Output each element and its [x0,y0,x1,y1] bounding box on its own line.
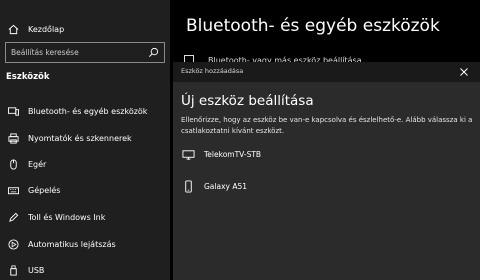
dialog-window-title: Eszköz hozzáadása [181,67,244,75]
pen-icon [7,211,19,223]
sidebar-section-title: Eszközök [6,72,50,82]
sidebar-item-label: USB [28,265,45,275]
search-icon[interactable] [148,47,159,58]
device-name: Galaxy A51 [204,181,248,191]
display-icon [181,147,195,161]
dialog-title-bar[interactable]: Eszköz hozzáadása [173,62,480,82]
sidebar-item-typing[interactable]: Gépelés [0,177,170,203]
home-icon [7,23,19,35]
sidebar-item-printers[interactable]: Nyomtatók és szkennerek [0,125,170,151]
autoplay-icon [7,238,19,250]
usb-icon [7,264,19,276]
sidebar-item-home[interactable]: Kezdőlap [0,16,170,42]
page-title: Bluetooth- és egyéb eszközök [186,16,440,36]
search-box[interactable] [5,42,165,63]
printer-icon [7,132,19,144]
search-input[interactable] [6,43,146,62]
sidebar-item-label: Egér [28,159,47,169]
mouse-icon [7,158,19,170]
sidebar-item-pen[interactable]: Toll és Windows Ink [0,204,170,230]
sidebar-item-label: Gépelés [28,185,61,195]
sidebar-item-label: Nyomtatók és szkennerek [28,133,132,143]
sidebar: Kezdőlap Eszközök Bluetooth- és egyéb es… [0,0,170,280]
device-item-galaxy[interactable]: Galaxy A51 [181,175,461,197]
sidebar-item-label: Kezdőlap [28,24,65,34]
dialog-heading: Új eszköz beállítása [181,93,314,109]
sidebar-item-label: Automatikus lejátszás [28,239,116,249]
device-item-telekomtv[interactable]: TelekomTV-STB [181,143,461,165]
sidebar-item-autoplay[interactable]: Automatikus lejátszás [0,231,170,257]
keyboard-icon [7,184,19,196]
device-name: TelekomTV-STB [204,149,262,159]
sidebar-item-label: Toll és Windows Ink [28,212,106,222]
add-device-dialog: Eszköz hozzáadása Új eszköz beállítása E… [173,62,480,280]
close-icon[interactable] [458,66,470,78]
sidebar-item-bluetooth[interactable]: Bluetooth- és egyéb eszközök [0,98,170,124]
sidebar-item-mouse[interactable]: Egér [0,151,170,177]
bluetooth-icon [7,105,19,117]
dialog-description: Ellenőrizze, hogy az eszköz be van-e kap… [181,116,473,135]
sidebar-item-label: Bluetooth- és egyéb eszközök [28,106,148,116]
phone-icon [181,179,195,193]
sidebar-item-usb[interactable]: USB [0,257,170,280]
